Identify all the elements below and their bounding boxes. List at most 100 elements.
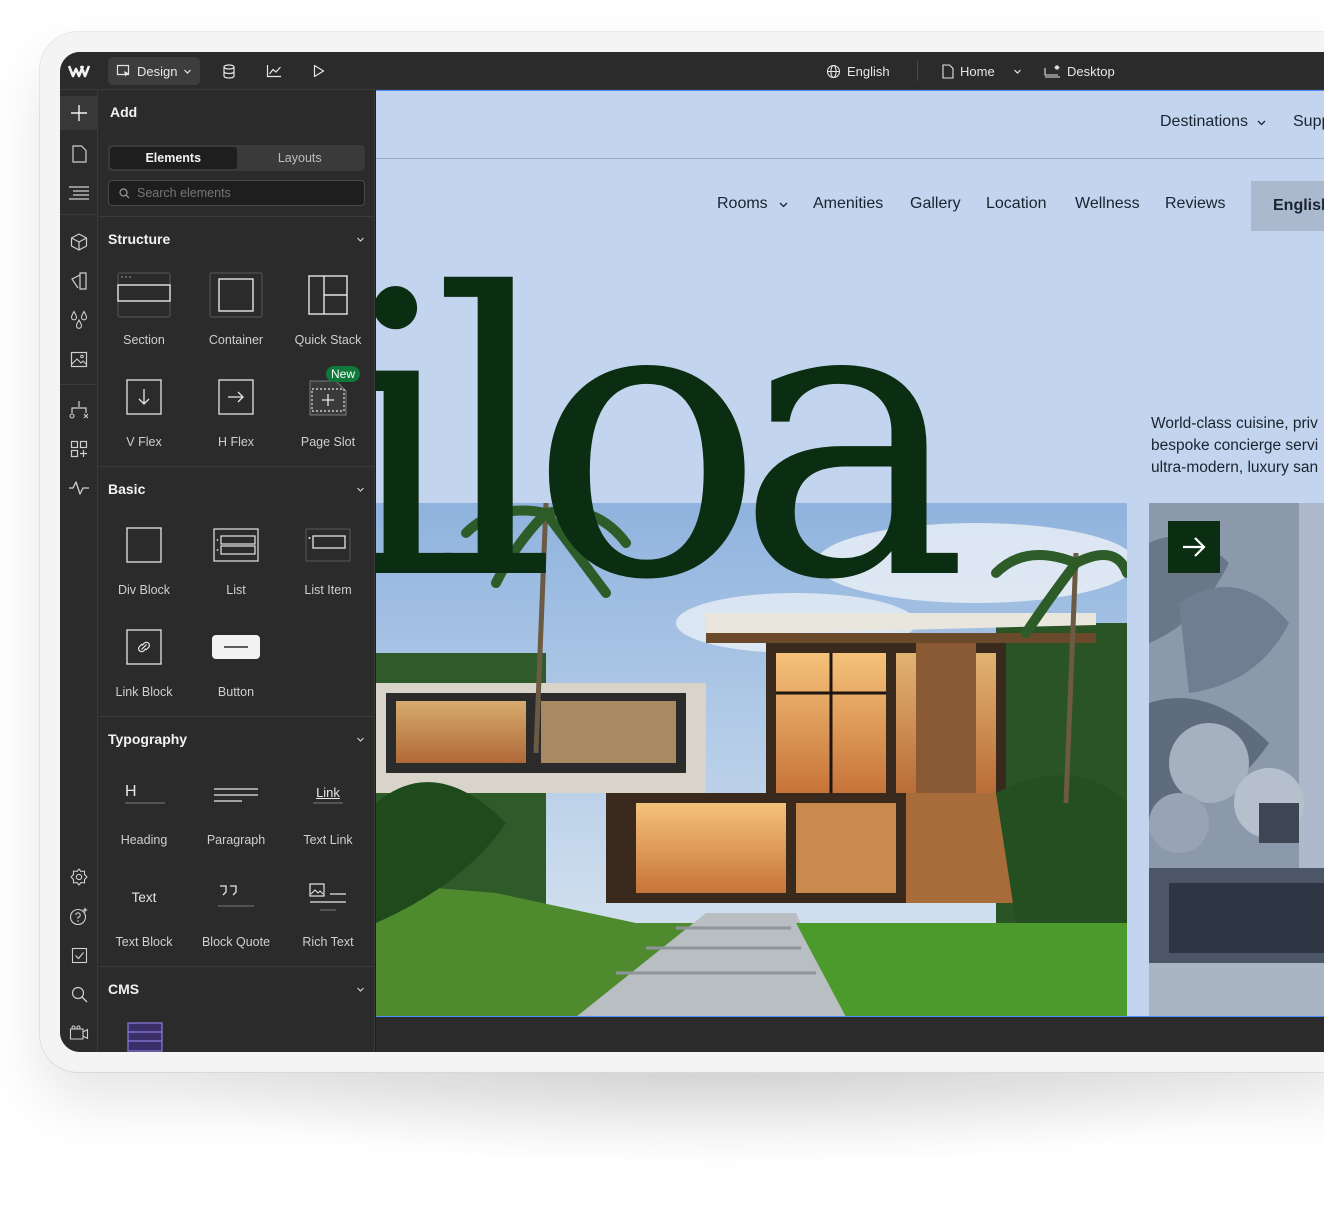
pages-panel-button[interactable] bbox=[60, 137, 98, 171]
chevron-down-icon bbox=[1013, 69, 1021, 74]
navigator-panel-button[interactable] bbox=[60, 176, 98, 210]
locale-selector[interactable]: English bbox=[826, 52, 890, 90]
page-icon bbox=[942, 63, 954, 79]
element-text-link[interactable]: Link Text Link bbox=[283, 767, 373, 857]
typography-section-title: Typography bbox=[108, 731, 188, 747]
destinations-menu[interactable]: Destinations bbox=[1160, 113, 1267, 131]
paragraph-icon bbox=[214, 788, 258, 802]
design-mode-button[interactable]: Design bbox=[108, 57, 201, 85]
element-heading[interactable]: H Heading bbox=[99, 767, 189, 857]
new-badge: New bbox=[326, 366, 361, 382]
element-section[interactable]: Section bbox=[99, 267, 189, 357]
droplets-icon bbox=[70, 310, 88, 329]
element-list-item[interactable]: List Item bbox=[283, 517, 373, 607]
chevron-down-icon bbox=[184, 69, 192, 74]
typography-section-header[interactable]: Typography bbox=[108, 727, 365, 751]
search-elements-input[interactable] bbox=[137, 186, 357, 200]
element-label: List Item bbox=[304, 583, 352, 597]
device-shadow bbox=[120, 1060, 1324, 1170]
element-label: List bbox=[226, 583, 246, 597]
search-elements-field[interactable] bbox=[108, 180, 365, 206]
copy-line: ultra-modern, luxury san bbox=[1151, 459, 1319, 476]
next-slide-button[interactable] bbox=[1168, 521, 1220, 573]
search-icon bbox=[71, 986, 87, 1002]
element-label: Container bbox=[208, 333, 264, 347]
element-text-block[interactable]: Text Text Block bbox=[99, 869, 189, 959]
basic-section-header[interactable]: Basic bbox=[108, 477, 365, 501]
element-v-flex[interactable]: V Flex bbox=[99, 369, 189, 459]
webflow-logo-icon[interactable] bbox=[60, 52, 98, 90]
nav-wellness[interactable]: Wellness bbox=[1075, 195, 1140, 213]
apps-panel-button[interactable] bbox=[60, 432, 98, 466]
structure-section-header[interactable]: Structure bbox=[108, 227, 365, 251]
heading-glyph: H bbox=[125, 783, 137, 800]
tab-elements[interactable]: Elements bbox=[110, 147, 237, 169]
assets-panel-button[interactable] bbox=[60, 342, 98, 376]
element-paragraph[interactable]: Paragraph bbox=[191, 767, 281, 857]
preview-button[interactable] bbox=[305, 57, 333, 85]
element-container[interactable]: Container bbox=[191, 267, 281, 357]
link-glyph: Link bbox=[316, 784, 340, 800]
database-icon bbox=[223, 63, 235, 79]
canvas-bottom-bar bbox=[376, 1016, 1324, 1052]
help-sparkle-icon bbox=[69, 907, 88, 926]
breakpoint-selector[interactable]: Desktop bbox=[1044, 52, 1115, 90]
page-selector[interactable]: Home bbox=[942, 52, 1022, 90]
element-link-block[interactable]: Link Block bbox=[99, 619, 189, 709]
search-site-button[interactable] bbox=[60, 977, 98, 1011]
button-icon bbox=[212, 635, 260, 659]
audit-button[interactable] bbox=[60, 938, 98, 972]
chevron-down-icon bbox=[357, 237, 364, 242]
nav-reviews[interactable]: Reviews bbox=[1165, 195, 1225, 213]
element-rich-text[interactable]: Rich Text bbox=[283, 869, 373, 959]
page-icon bbox=[71, 145, 87, 163]
element-label: Div Block bbox=[117, 583, 171, 597]
cms-database-button[interactable] bbox=[215, 57, 243, 85]
tab-layouts[interactable]: Layouts bbox=[237, 147, 364, 169]
rich-text-icon bbox=[309, 883, 346, 911]
link-block-icon bbox=[126, 629, 162, 665]
logic-flow-icon bbox=[69, 401, 89, 419]
element-label: Button bbox=[217, 685, 255, 699]
styles-panel-button[interactable] bbox=[60, 264, 98, 298]
element-h-flex[interactable]: H Flex bbox=[191, 369, 281, 459]
element-button[interactable]: Button bbox=[191, 619, 281, 709]
navigator-list-icon bbox=[69, 186, 89, 200]
logic-panel-button[interactable] bbox=[60, 393, 98, 427]
element-label: Section bbox=[123, 333, 165, 347]
plus-icon bbox=[71, 105, 87, 121]
element-page-slot[interactable]: Page Slot bbox=[283, 369, 373, 459]
nav-location[interactable]: Location bbox=[986, 195, 1047, 213]
settings-button[interactable] bbox=[60, 860, 98, 894]
element-list[interactable]: List bbox=[191, 517, 281, 607]
interactions-panel-button[interactable] bbox=[60, 471, 98, 505]
element-label: Paragraph bbox=[206, 833, 266, 847]
help-button[interactable] bbox=[60, 899, 98, 933]
chevron-down-icon bbox=[357, 737, 364, 742]
add-panel-button[interactable] bbox=[60, 96, 98, 130]
support-link[interactable]: Supp bbox=[1293, 113, 1324, 131]
language-button[interactable]: English bbox=[1251, 181, 1324, 231]
element-label: Page Slot bbox=[300, 435, 356, 449]
components-panel-button[interactable] bbox=[60, 225, 98, 259]
element-label: Text Link bbox=[303, 833, 353, 847]
cms-section-header[interactable]: CMS bbox=[108, 977, 365, 1001]
rail-separator bbox=[60, 214, 98, 215]
element-quick-stack[interactable]: Quick Stack bbox=[283, 267, 373, 357]
variables-panel-button[interactable] bbox=[60, 303, 98, 337]
element-label: Block Quote bbox=[201, 935, 271, 949]
section-divider bbox=[98, 966, 375, 967]
image-icon bbox=[70, 351, 88, 368]
collection-list-icon[interactable] bbox=[127, 1022, 163, 1052]
top-bar: Design English Home Desktop bbox=[60, 52, 1324, 90]
element-div-block[interactable]: Div Block bbox=[99, 517, 189, 607]
chevron-down-icon bbox=[357, 487, 364, 492]
search-icon bbox=[119, 187, 130, 198]
element-block-quote[interactable]: Block Quote bbox=[191, 869, 281, 959]
analyze-button[interactable] bbox=[260, 57, 288, 85]
element-label: V Flex bbox=[126, 435, 162, 449]
video-tutorials-button[interactable] bbox=[60, 1016, 98, 1050]
line-chart-icon bbox=[266, 65, 281, 78]
panel-title: Add bbox=[110, 104, 138, 120]
design-canvas[interactable]: Destinations Supp Rooms Amenities Galler… bbox=[376, 90, 1324, 1016]
